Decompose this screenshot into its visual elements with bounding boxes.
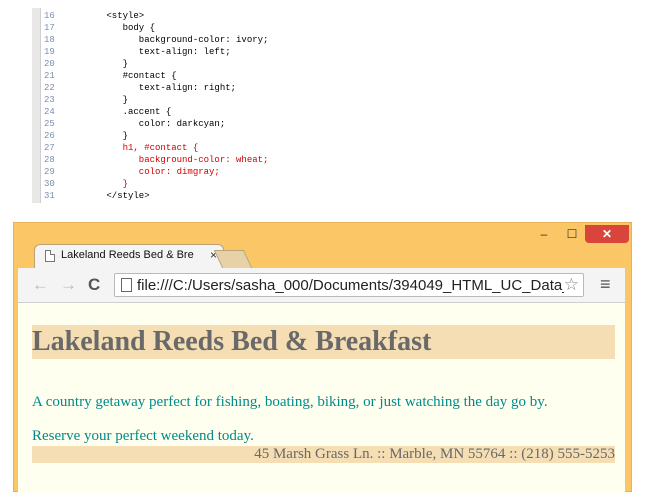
page-heading: Lakeland Reeds Bed & Breakfast [32,325,615,359]
code-line: 25 color: darkcyan; [40,120,225,129]
code-line: 28 background-color: wheat; [40,156,268,165]
code-text: background-color: ivory; [74,35,269,45]
code-text: </style> [74,191,150,201]
code-text: color: dimgray; [74,167,220,177]
page-content: Lakeland Reeds Bed & Breakfast A country… [18,303,625,493]
code-listing: 16 <style> 17 body { 18 background-color: … [32,8,442,203]
back-arrow-icon[interactable]: ← [32,275,49,295]
line-number: 28 [44,155,55,165]
code-line: 22 text-align: right; [40,84,236,93]
code-line: 18 background-color: ivory; [40,36,268,45]
reload-icon[interactable]: C [88,275,100,295]
browser-window: – ☐ ✕ Lakeland Reeds Bed & Bre × ← → C f… [13,222,632,493]
menu-icon[interactable]: ≡ [600,274,611,295]
code-line: 30 } [40,180,128,189]
code-text: text-align: right; [74,83,237,93]
line-number: 26 [44,131,55,141]
browser-toolbar: ← → C file:///C:/Users/sasha_000/Documen… [18,268,625,303]
reserve-text: Reserve your perfect weekend today. [32,428,254,444]
line-number: 24 [44,107,55,117]
code-line: 27 h1, #contact { [40,144,198,153]
code-line: 21 #contact { [40,72,177,81]
code-line: 16 <style> [40,12,144,21]
code-text: <style> [74,11,145,21]
minimize-button[interactable]: – [531,225,557,243]
line-number: 23 [44,95,55,105]
tab-title: Lakeland Reeds Bed & Bre [61,249,194,261]
browser-tab[interactable]: Lakeland Reeds Bed & Bre × [34,244,224,268]
line-number: 25 [44,119,55,129]
address-bar[interactable]: file:///C:/Users/sasha_000/Documents/394… [114,273,584,297]
code-text: } [74,59,129,69]
code-line: 17 body { [40,24,155,33]
tagline-text: A country getaway perfect for fishing, b… [32,394,548,410]
line-number: 27 [44,143,55,153]
line-number: 18 [44,35,55,45]
line-number: 31 [44,191,55,201]
code-text: .accent { [74,107,172,117]
forward-arrow-icon[interactable]: → [60,275,77,295]
code-text: text-align: left; [74,47,231,57]
page-icon [121,278,132,292]
code-line: 26 } [40,132,128,141]
code-line: 19 text-align: left; [40,48,231,57]
line-number: 19 [44,47,55,57]
code-text: } [74,95,129,105]
url-text[interactable]: file:///C:/Users/sasha_000/Documents/394… [137,277,571,294]
code-line: 23 } [40,96,128,105]
document-icon [45,250,55,262]
line-number: 30 [44,179,55,189]
code-line: 20 } [40,60,128,69]
contact-info: 45 Marsh Grass Ln. :: Marble, MN 55764 :… [32,446,615,463]
code-text: } [74,131,129,141]
close-window-button[interactable]: ✕ [585,225,629,243]
code-line: 29 color: dimgray; [40,168,220,177]
code-text: body { [74,23,156,33]
code-text: background-color: wheat; [74,155,269,165]
line-number: 22 [44,83,55,93]
line-number: 17 [44,23,55,33]
code-line: 24 .accent { [40,108,171,117]
code-line: 31 </style> [40,192,150,201]
maximize-button[interactable]: ☐ [559,225,585,243]
code-text: h1, #contact { [74,143,199,153]
code-text: #contact { [74,71,177,81]
line-number: 20 [44,59,55,69]
line-number: 21 [44,71,55,81]
line-number: 29 [44,167,55,177]
bookmark-star-icon[interactable]: ☆ [563,275,579,295]
code-text: } [74,179,129,189]
line-number: 16 [44,11,55,21]
code-text: color: darkcyan; [74,119,226,129]
